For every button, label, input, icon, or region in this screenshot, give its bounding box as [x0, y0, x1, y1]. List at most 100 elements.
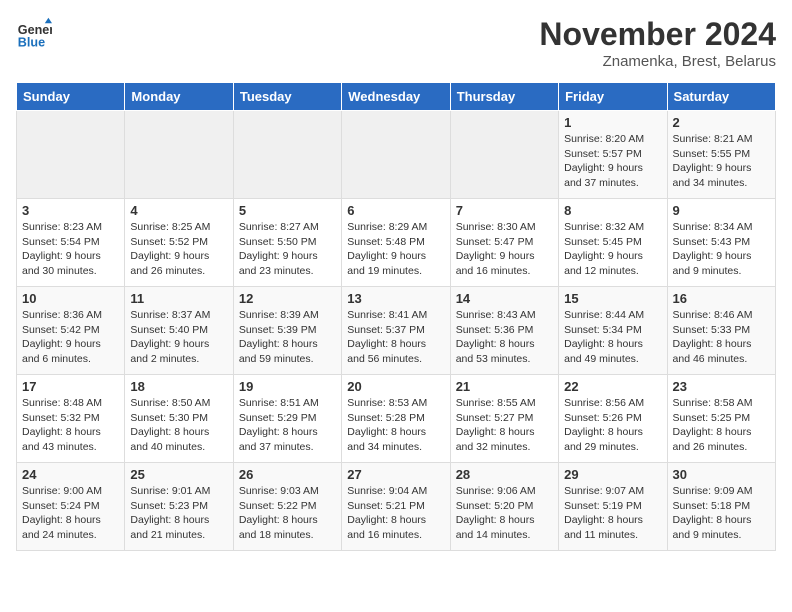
day-info: Sunrise: 8:48 AMSunset: 5:32 PMDaylight:…	[22, 396, 119, 455]
day-number: 4	[130, 203, 227, 218]
cell-4-6: 22 Sunrise: 8:56 AMSunset: 5:26 PMDaylig…	[559, 375, 667, 463]
day-info: Sunrise: 9:04 AMSunset: 5:21 PMDaylight:…	[347, 484, 444, 543]
day-number: 11	[130, 291, 227, 306]
day-info: Sunrise: 8:56 AMSunset: 5:26 PMDaylight:…	[564, 396, 661, 455]
cell-5-7: 30 Sunrise: 9:09 AMSunset: 5:18 PMDaylig…	[667, 463, 775, 551]
day-info: Sunrise: 8:36 AMSunset: 5:42 PMDaylight:…	[22, 308, 119, 367]
day-number: 1	[564, 115, 661, 130]
header-tuesday: Tuesday	[233, 83, 341, 111]
cell-2-2: 4 Sunrise: 8:25 AMSunset: 5:52 PMDayligh…	[125, 199, 233, 287]
day-number: 7	[456, 203, 553, 218]
logo-icon: General Blue	[16, 16, 52, 52]
title-block: November 2024 Znamenka, Brest, Belarus	[539, 16, 776, 70]
week-row-4: 17 Sunrise: 8:48 AMSunset: 5:32 PMDaylig…	[17, 375, 776, 463]
day-info: Sunrise: 8:44 AMSunset: 5:34 PMDaylight:…	[564, 308, 661, 367]
day-number: 2	[673, 115, 770, 130]
cell-1-1	[17, 111, 125, 199]
header-thursday: Thursday	[450, 83, 558, 111]
day-number: 29	[564, 467, 661, 482]
day-number: 10	[22, 291, 119, 306]
day-info: Sunrise: 8:41 AMSunset: 5:37 PMDaylight:…	[347, 308, 444, 367]
day-number: 16	[673, 291, 770, 306]
cell-4-1: 17 Sunrise: 8:48 AMSunset: 5:32 PMDaylig…	[17, 375, 125, 463]
day-info: Sunrise: 9:01 AMSunset: 5:23 PMDaylight:…	[130, 484, 227, 543]
day-info: Sunrise: 8:21 AMSunset: 5:55 PMDaylight:…	[673, 132, 770, 191]
day-info: Sunrise: 8:39 AMSunset: 5:39 PMDaylight:…	[239, 308, 336, 367]
cell-4-7: 23 Sunrise: 8:58 AMSunset: 5:25 PMDaylig…	[667, 375, 775, 463]
calendar-table: Sunday Monday Tuesday Wednesday Thursday…	[16, 82, 776, 551]
cell-2-5: 7 Sunrise: 8:30 AMSunset: 5:47 PMDayligh…	[450, 199, 558, 287]
cell-5-4: 27 Sunrise: 9:04 AMSunset: 5:21 PMDaylig…	[342, 463, 450, 551]
day-number: 25	[130, 467, 227, 482]
calendar-body: 1 Sunrise: 8:20 AMSunset: 5:57 PMDayligh…	[17, 111, 776, 551]
header-saturday: Saturday	[667, 83, 775, 111]
week-row-1: 1 Sunrise: 8:20 AMSunset: 5:57 PMDayligh…	[17, 111, 776, 199]
cell-5-2: 25 Sunrise: 9:01 AMSunset: 5:23 PMDaylig…	[125, 463, 233, 551]
svg-text:Blue: Blue	[18, 36, 45, 50]
day-number: 8	[564, 203, 661, 218]
day-number: 18	[130, 379, 227, 394]
day-number: 17	[22, 379, 119, 394]
logo: General Blue	[16, 16, 52, 52]
cell-1-3	[233, 111, 341, 199]
day-info: Sunrise: 9:06 AMSunset: 5:20 PMDaylight:…	[456, 484, 553, 543]
cell-2-1: 3 Sunrise: 8:23 AMSunset: 5:54 PMDayligh…	[17, 199, 125, 287]
cell-5-6: 29 Sunrise: 9:07 AMSunset: 5:19 PMDaylig…	[559, 463, 667, 551]
cell-3-5: 14 Sunrise: 8:43 AMSunset: 5:36 PMDaylig…	[450, 287, 558, 375]
cell-2-6: 8 Sunrise: 8:32 AMSunset: 5:45 PMDayligh…	[559, 199, 667, 287]
cell-2-4: 6 Sunrise: 8:29 AMSunset: 5:48 PMDayligh…	[342, 199, 450, 287]
header-row: Sunday Monday Tuesday Wednesday Thursday…	[17, 83, 776, 111]
day-info: Sunrise: 8:34 AMSunset: 5:43 PMDaylight:…	[673, 220, 770, 279]
day-number: 22	[564, 379, 661, 394]
day-info: Sunrise: 8:23 AMSunset: 5:54 PMDaylight:…	[22, 220, 119, 279]
day-number: 24	[22, 467, 119, 482]
day-info: Sunrise: 8:20 AMSunset: 5:57 PMDaylight:…	[564, 132, 661, 191]
day-number: 30	[673, 467, 770, 482]
day-info: Sunrise: 9:09 AMSunset: 5:18 PMDaylight:…	[673, 484, 770, 543]
day-info: Sunrise: 8:30 AMSunset: 5:47 PMDaylight:…	[456, 220, 553, 279]
location-subtitle: Znamenka, Brest, Belarus	[539, 53, 776, 70]
day-number: 21	[456, 379, 553, 394]
day-number: 20	[347, 379, 444, 394]
cell-3-6: 15 Sunrise: 8:44 AMSunset: 5:34 PMDaylig…	[559, 287, 667, 375]
day-info: Sunrise: 8:50 AMSunset: 5:30 PMDaylight:…	[130, 396, 227, 455]
cell-2-3: 5 Sunrise: 8:27 AMSunset: 5:50 PMDayligh…	[233, 199, 341, 287]
header-sunday: Sunday	[17, 83, 125, 111]
cell-4-3: 19 Sunrise: 8:51 AMSunset: 5:29 PMDaylig…	[233, 375, 341, 463]
cell-3-3: 12 Sunrise: 8:39 AMSunset: 5:39 PMDaylig…	[233, 287, 341, 375]
day-info: Sunrise: 8:29 AMSunset: 5:48 PMDaylight:…	[347, 220, 444, 279]
cell-3-7: 16 Sunrise: 8:46 AMSunset: 5:33 PMDaylig…	[667, 287, 775, 375]
day-info: Sunrise: 9:07 AMSunset: 5:19 PMDaylight:…	[564, 484, 661, 543]
day-info: Sunrise: 9:03 AMSunset: 5:22 PMDaylight:…	[239, 484, 336, 543]
day-info: Sunrise: 8:43 AMSunset: 5:36 PMDaylight:…	[456, 308, 553, 367]
cell-4-4: 20 Sunrise: 8:53 AMSunset: 5:28 PMDaylig…	[342, 375, 450, 463]
day-number: 9	[673, 203, 770, 218]
cell-3-4: 13 Sunrise: 8:41 AMSunset: 5:37 PMDaylig…	[342, 287, 450, 375]
day-info: Sunrise: 8:58 AMSunset: 5:25 PMDaylight:…	[673, 396, 770, 455]
day-number: 15	[564, 291, 661, 306]
cell-5-1: 24 Sunrise: 9:00 AMSunset: 5:24 PMDaylig…	[17, 463, 125, 551]
cell-5-3: 26 Sunrise: 9:03 AMSunset: 5:22 PMDaylig…	[233, 463, 341, 551]
day-info: Sunrise: 8:53 AMSunset: 5:28 PMDaylight:…	[347, 396, 444, 455]
header-monday: Monday	[125, 83, 233, 111]
day-info: Sunrise: 8:27 AMSunset: 5:50 PMDaylight:…	[239, 220, 336, 279]
cell-3-2: 11 Sunrise: 8:37 AMSunset: 5:40 PMDaylig…	[125, 287, 233, 375]
day-number: 27	[347, 467, 444, 482]
header-wednesday: Wednesday	[342, 83, 450, 111]
cell-2-7: 9 Sunrise: 8:34 AMSunset: 5:43 PMDayligh…	[667, 199, 775, 287]
day-info: Sunrise: 8:37 AMSunset: 5:40 PMDaylight:…	[130, 308, 227, 367]
cell-1-7: 2 Sunrise: 8:21 AMSunset: 5:55 PMDayligh…	[667, 111, 775, 199]
day-number: 5	[239, 203, 336, 218]
month-title: November 2024	[539, 16, 776, 53]
week-row-5: 24 Sunrise: 9:00 AMSunset: 5:24 PMDaylig…	[17, 463, 776, 551]
day-number: 28	[456, 467, 553, 482]
cell-1-6: 1 Sunrise: 8:20 AMSunset: 5:57 PMDayligh…	[559, 111, 667, 199]
cell-4-2: 18 Sunrise: 8:50 AMSunset: 5:30 PMDaylig…	[125, 375, 233, 463]
header-friday: Friday	[559, 83, 667, 111]
day-number: 12	[239, 291, 336, 306]
cell-4-5: 21 Sunrise: 8:55 AMSunset: 5:27 PMDaylig…	[450, 375, 558, 463]
day-info: Sunrise: 8:25 AMSunset: 5:52 PMDaylight:…	[130, 220, 227, 279]
day-info: Sunrise: 8:55 AMSunset: 5:27 PMDaylight:…	[456, 396, 553, 455]
cell-1-2	[125, 111, 233, 199]
cell-3-1: 10 Sunrise: 8:36 AMSunset: 5:42 PMDaylig…	[17, 287, 125, 375]
